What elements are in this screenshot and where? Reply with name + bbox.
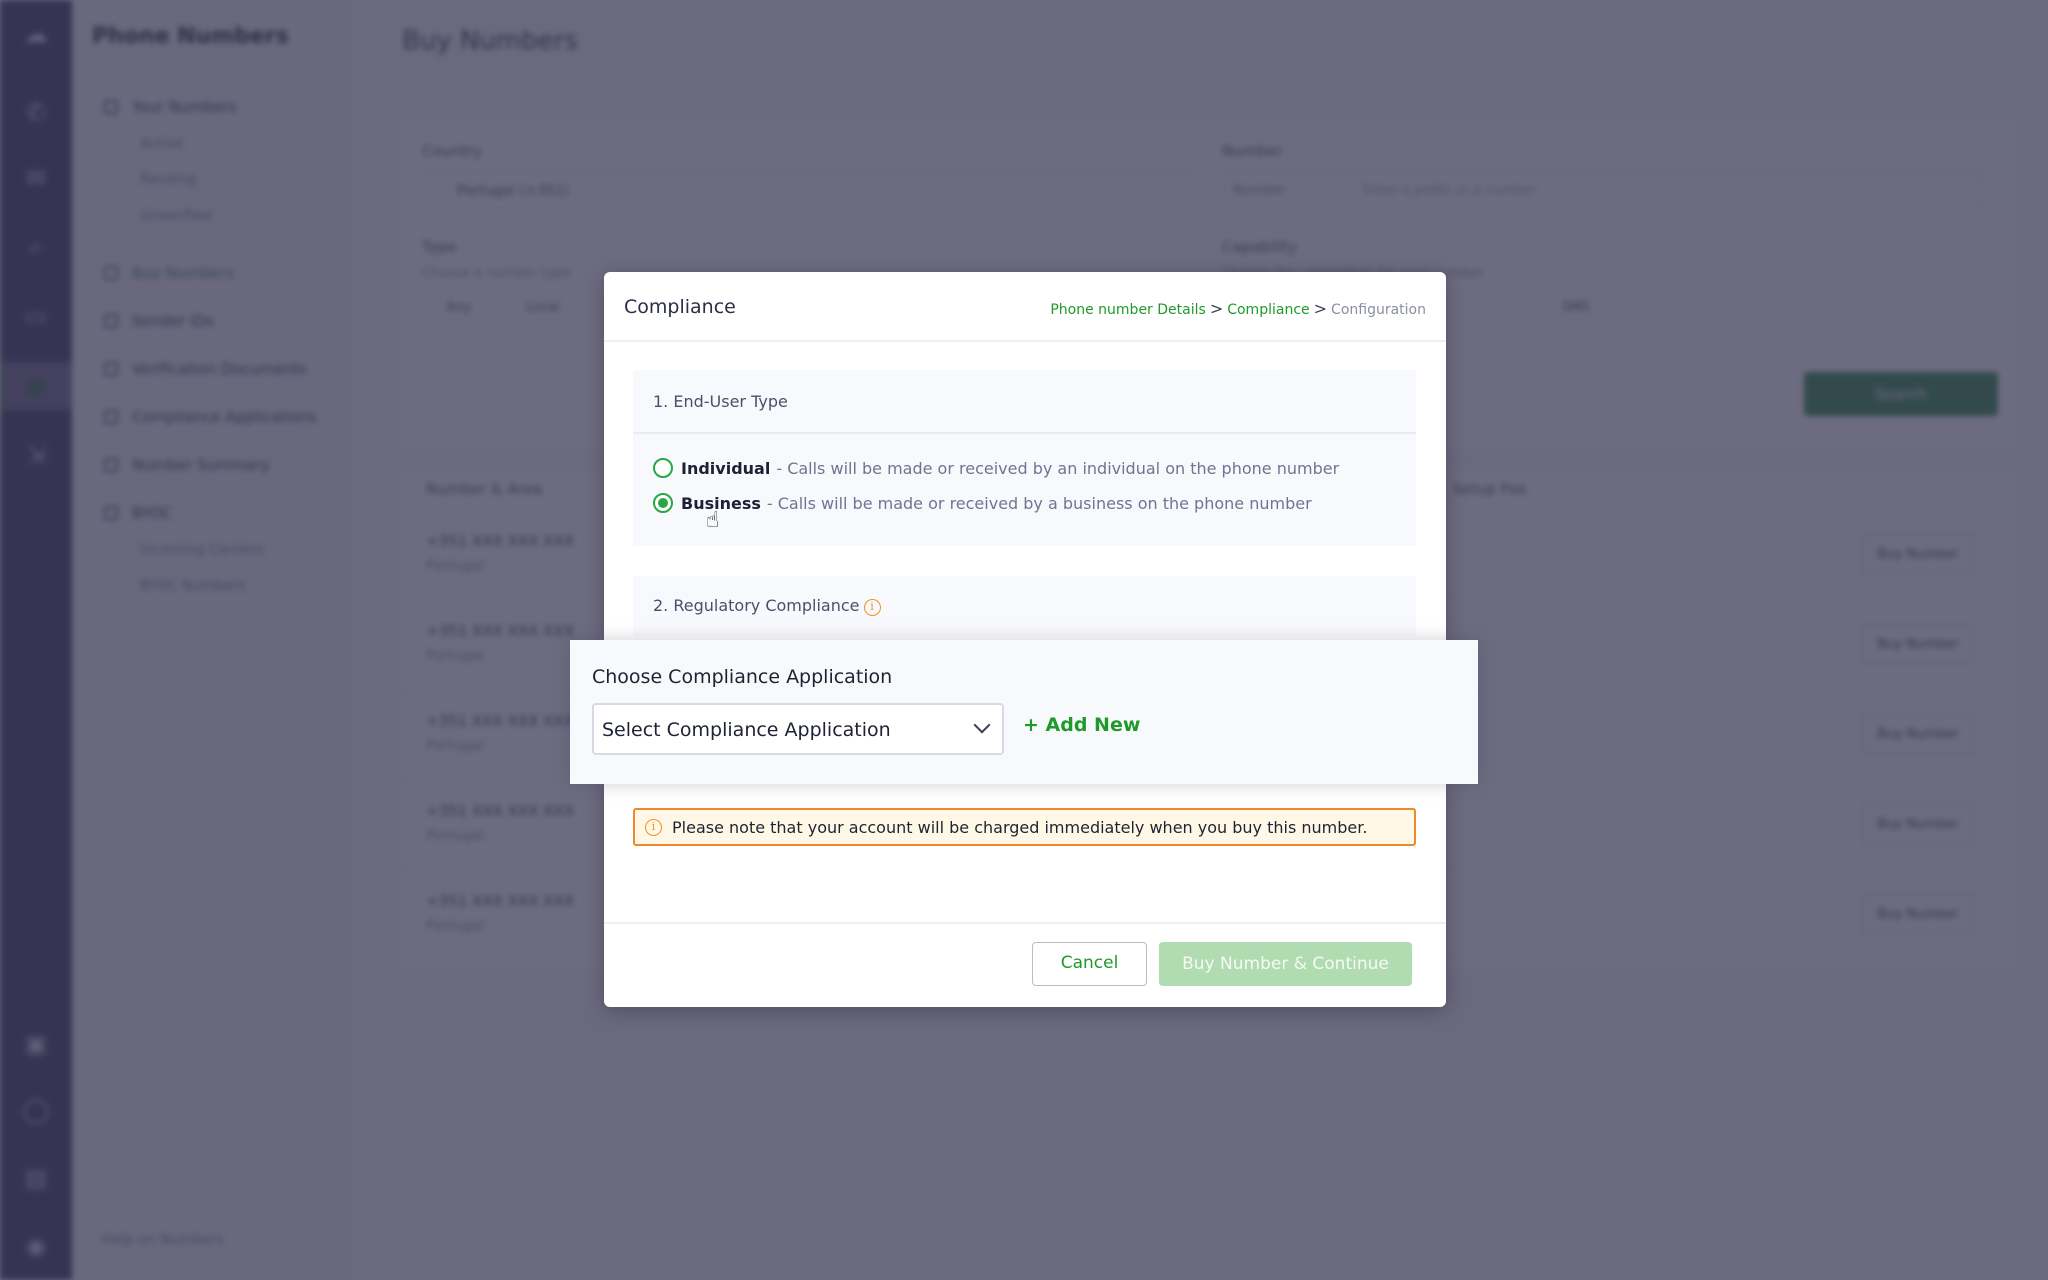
section-title-text: 2. Regulatory Compliance xyxy=(653,596,860,615)
chevron-down-icon xyxy=(973,716,991,734)
step-breadcrumb: Phone number Details > Compliance > Configur… xyxy=(1050,299,1426,318)
compliance-application-select[interactable]: Select Compliance Application xyxy=(592,703,1004,755)
modal-header: Compliance Phone number Details > Complian… xyxy=(604,272,1446,342)
step-phone-number-details: Phone number Details xyxy=(1050,302,1206,318)
option-description: - Calls will be made or received by an i… xyxy=(776,458,1340,478)
option-name: Business xyxy=(681,493,761,513)
hand-cursor-icon: ☝ xyxy=(706,508,720,533)
section-title: 2. Regulatory Compliance i xyxy=(653,596,881,616)
step-configuration: Configuration xyxy=(1331,302,1426,318)
modal-title: Compliance xyxy=(624,296,736,318)
buy-number-continue-button[interactable]: Buy Number & Continue xyxy=(1159,942,1412,986)
choose-compliance-panel: Choose Compliance Application Select Com… xyxy=(570,640,1478,784)
radio-option-individual[interactable]: Individual - Calls will be made or recei… xyxy=(653,456,1339,480)
option-name: Individual xyxy=(681,458,771,478)
notice-text: Please note that your account will be ch… xyxy=(672,817,1368,837)
select-placeholder: Select Compliance Application xyxy=(602,719,891,741)
add-new-link[interactable]: + Add New xyxy=(1023,714,1140,736)
radio-option-business[interactable]: Business - Calls will be made or receive… xyxy=(653,491,1312,515)
radio-business[interactable] xyxy=(653,493,673,513)
cancel-button[interactable]: Cancel xyxy=(1032,942,1147,986)
panel-title: Choose Compliance Application xyxy=(592,666,893,688)
warning-info-icon: i xyxy=(645,818,662,836)
section-header: 1. End-User Type xyxy=(633,370,1416,434)
radio-individual[interactable] xyxy=(653,458,673,478)
info-icon[interactable]: i xyxy=(863,599,881,616)
modal-footer: Cancel Buy Number & Continue xyxy=(604,922,1446,1007)
option-description: - Calls will be made or received by a bu… xyxy=(766,493,1312,513)
charge-notice: i Please note that your account will be … xyxy=(633,808,1416,846)
section-title: 1. End-User Type xyxy=(653,392,788,411)
end-user-type-section: 1. End-User Type Individual - Calls will… xyxy=(633,370,1416,546)
breadcrumb-separator: > xyxy=(1313,299,1328,318)
regulatory-compliance-section: 2. Regulatory Compliance i xyxy=(633,576,1416,636)
breadcrumb-separator: > xyxy=(1209,299,1224,318)
step-compliance: Compliance xyxy=(1227,302,1310,318)
